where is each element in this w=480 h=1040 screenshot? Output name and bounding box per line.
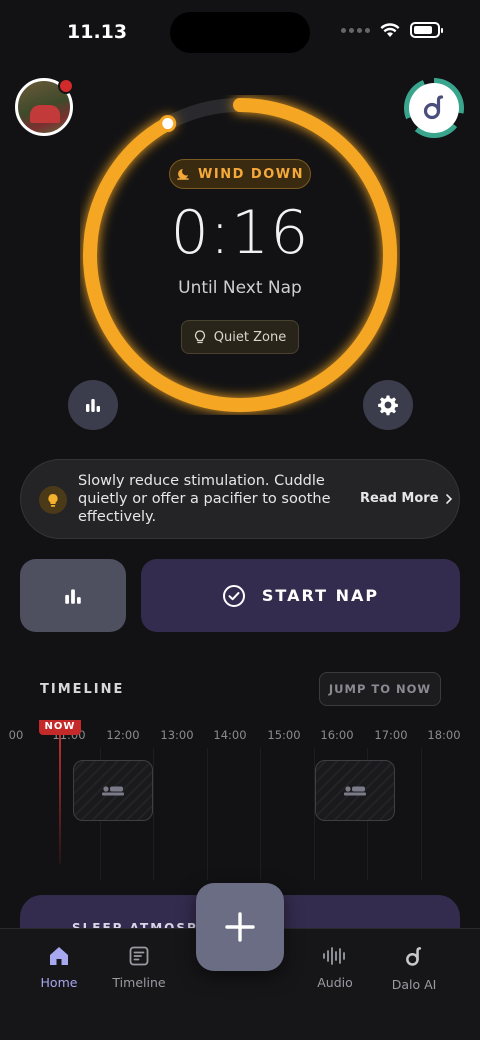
audio-wave-icon bbox=[323, 947, 345, 965]
nap-block[interactable] bbox=[315, 760, 395, 821]
phase-badge: WIND DOWN bbox=[169, 159, 311, 189]
dalo-logo-icon bbox=[406, 947, 422, 966]
nav-home-label: Home bbox=[40, 975, 78, 990]
nav-home[interactable]: Home bbox=[19, 945, 99, 990]
quiet-zone-label: Quiet Zone bbox=[213, 329, 287, 345]
status-icons bbox=[341, 22, 443, 38]
timeline-title: TIMELINE bbox=[40, 682, 125, 697]
countdown-display: 0:16 bbox=[170, 198, 310, 268]
notification-dot bbox=[58, 78, 74, 94]
settings-button[interactable] bbox=[363, 380, 413, 430]
dalo-ai-button[interactable] bbox=[404, 78, 464, 138]
start-nap-button[interactable]: START NAP bbox=[141, 559, 460, 632]
bar-chart-icon bbox=[65, 588, 81, 604]
check-circle-icon bbox=[222, 584, 245, 607]
time-tick: 00 bbox=[8, 728, 24, 742]
bed-icon bbox=[344, 785, 366, 795]
time-tick: 13:00 bbox=[160, 728, 194, 742]
read-more-label: Read More bbox=[360, 491, 439, 506]
nav-dalo-ai[interactable]: Dalo AI bbox=[374, 945, 454, 992]
bed-icon bbox=[102, 785, 124, 795]
quiet-zone-button[interactable]: Quiet Zone bbox=[181, 320, 299, 354]
gear-icon bbox=[378, 395, 398, 416]
signal-icon bbox=[341, 27, 370, 33]
nav-timeline-label: Timeline bbox=[112, 975, 166, 990]
add-button[interactable] bbox=[196, 883, 284, 971]
now-indicator bbox=[59, 734, 61, 864]
stats-button[interactable] bbox=[68, 380, 118, 430]
tip-bulb-icon bbox=[39, 486, 67, 514]
nap-block[interactable] bbox=[73, 760, 153, 821]
chevron-right-icon bbox=[445, 493, 452, 504]
time-tick: 12:00 bbox=[106, 728, 140, 742]
timeline-strip[interactable]: 00 11:00 12:00 13:00 14:00 15:00 16:00 1… bbox=[0, 720, 480, 880]
battery-icon bbox=[410, 22, 443, 38]
jump-to-now-button[interactable]: JUMP TO NOW bbox=[319, 672, 441, 706]
progress-knob[interactable] bbox=[159, 115, 177, 133]
dalo-logo-icon bbox=[423, 95, 444, 120]
wifi-icon bbox=[380, 22, 400, 37]
nav-timeline[interactable]: Timeline bbox=[99, 945, 179, 990]
timeline-icon bbox=[129, 946, 149, 966]
read-more-link[interactable]: Read More bbox=[360, 491, 453, 506]
bar-chart-icon bbox=[86, 399, 100, 412]
countdown-subtitle: Until Next Nap bbox=[178, 278, 302, 298]
dynamic-island bbox=[170, 12, 310, 53]
time-tick: 18:00 bbox=[427, 728, 461, 742]
start-nap-label: START NAP bbox=[261, 586, 380, 605]
lightbulb-icon bbox=[194, 330, 205, 344]
add-icon bbox=[225, 912, 255, 942]
time-tick: 15:00 bbox=[267, 728, 301, 742]
home-icon bbox=[50, 947, 68, 965]
nav-dalo-ai-label: Dalo AI bbox=[391, 977, 437, 992]
moon-icon bbox=[177, 169, 189, 180]
nav-audio[interactable]: Audio bbox=[295, 945, 375, 990]
nav-audio-label: Audio bbox=[317, 975, 353, 990]
tip-text: Slowly reduce stimulation. Cuddle quietl… bbox=[78, 473, 331, 525]
insights-button[interactable] bbox=[20, 559, 126, 632]
time-tick: 14:00 bbox=[213, 728, 247, 742]
status-time: 11.13 bbox=[67, 21, 128, 43]
now-badge: NOW bbox=[39, 720, 81, 735]
time-tick: 17:00 bbox=[374, 728, 408, 742]
time-tick: 16:00 bbox=[320, 728, 354, 742]
wind-down-tip-card: Slowly reduce stimulation. Cuddle quietl… bbox=[20, 459, 460, 539]
phase-label: WIND DOWN bbox=[198, 166, 304, 182]
